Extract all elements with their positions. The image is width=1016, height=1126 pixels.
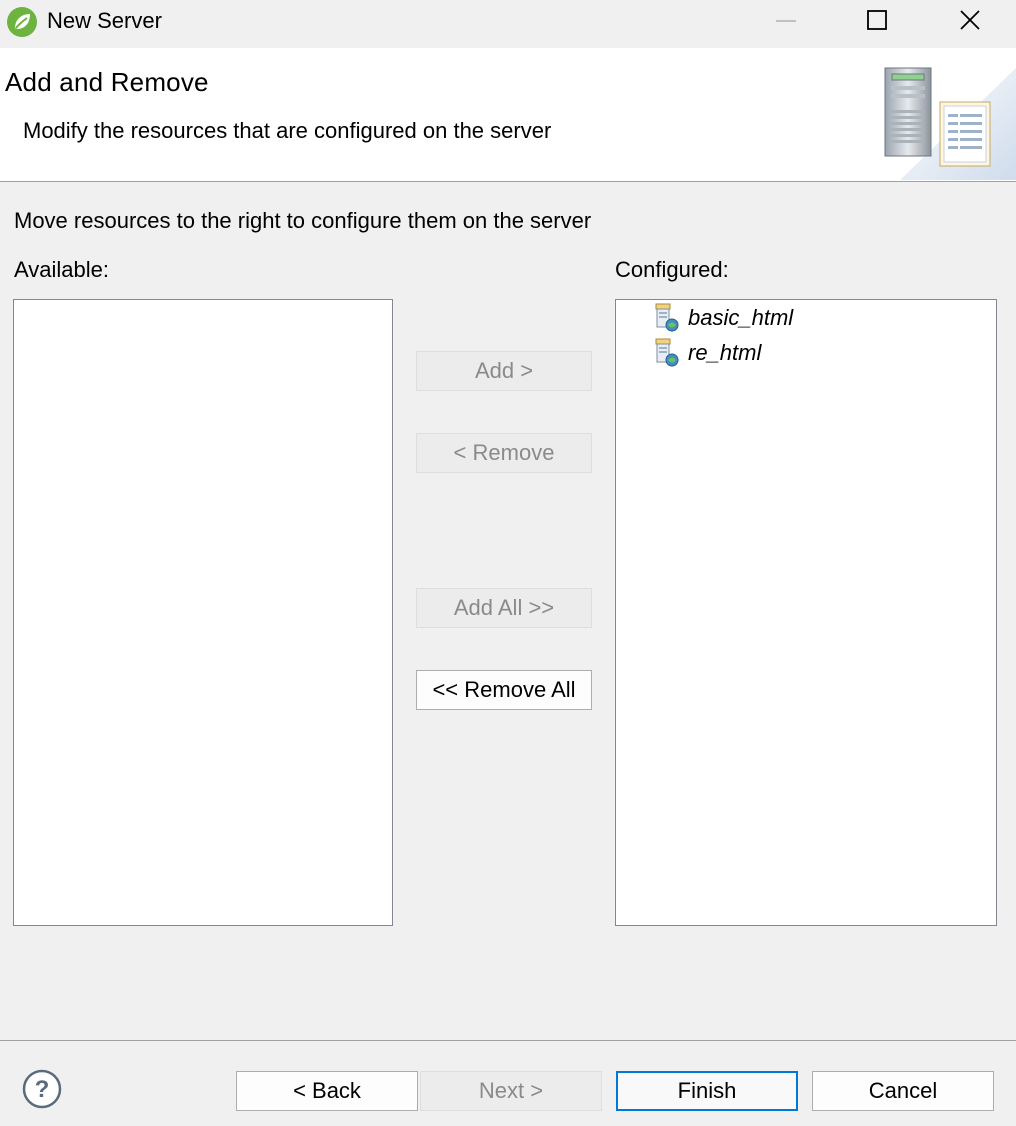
page-description: Modify the resources that are configured…	[23, 118, 552, 143]
back-button[interactable]: < Back	[236, 1071, 418, 1111]
next-button[interactable]: Next >	[420, 1071, 602, 1111]
minimize-icon	[776, 20, 796, 22]
page-title: Add and Remove	[5, 67, 209, 97]
configured-item-label: basic_html	[688, 305, 794, 330]
window-title: New Server	[47, 8, 162, 33]
web-module-icon	[655, 338, 679, 367]
minimize-button[interactable]	[740, 0, 832, 46]
server-banner-icon	[884, 67, 1016, 180]
finish-button[interactable]: Finish	[616, 1071, 798, 1111]
cancel-button[interactable]: Cancel	[812, 1071, 994, 1111]
svg-text:?: ?	[35, 1076, 50, 1103]
instruction-text: Move resources to the right to configure…	[14, 208, 592, 233]
configured-item-re-html[interactable]: re_html	[654, 338, 761, 368]
maximize-button[interactable]	[832, 0, 924, 46]
configured-list[interactable]: basic_html re_html	[615, 299, 997, 926]
remove-all-button[interactable]: << Remove All	[416, 670, 592, 710]
configured-label: Configured:	[615, 257, 729, 282]
configured-item-basic-html[interactable]: basic_html	[654, 303, 793, 333]
close-button[interactable]	[924, 0, 1016, 46]
add-button[interactable]: Add >	[416, 351, 592, 391]
web-module-icon	[655, 303, 679, 332]
footer-separator	[0, 1040, 1016, 1041]
maximize-icon	[867, 10, 887, 30]
available-label: Available:	[14, 257, 109, 282]
add-all-button[interactable]: Add All >>	[416, 588, 592, 628]
help-icon[interactable]: ?	[22, 1069, 62, 1109]
remove-button[interactable]: < Remove	[416, 433, 592, 473]
wizard-header: Add and Remove Modify the resources that…	[0, 48, 1016, 182]
spring-leaf-icon	[7, 7, 37, 37]
available-list[interactable]	[13, 299, 393, 926]
window-titlebar: New Server	[0, 0, 1016, 46]
configured-item-label: re_html	[688, 340, 762, 365]
close-icon	[960, 10, 980, 30]
